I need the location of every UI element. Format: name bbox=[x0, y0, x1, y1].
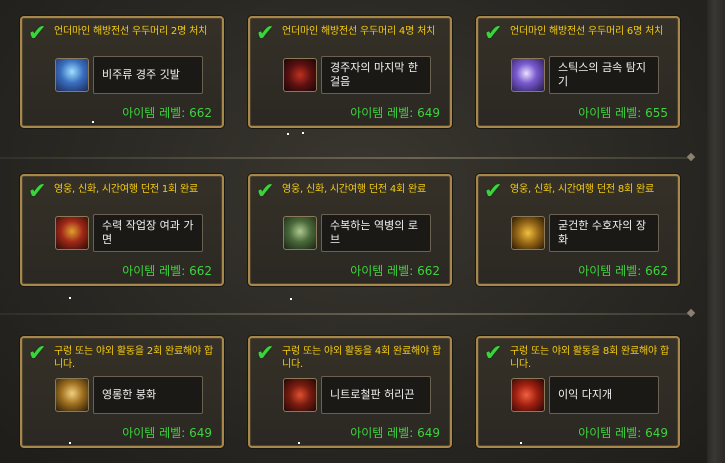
check-icon: ✔ bbox=[256, 341, 275, 366]
item-level: 아이템 레벨: 649 bbox=[350, 426, 440, 440]
sparkle bbox=[290, 298, 292, 300]
reward-card[interactable]: ✔ 영웅, 신화, 시간여행 던전 4회 완료 수복하는 역병의 로브 아이템 … bbox=[248, 174, 452, 286]
reward-card[interactable]: ✔ 구렁 또는 야외 활동을 2회 완료해야 합니다. 영롱한 붕화 아이템 레… bbox=[20, 336, 224, 448]
gold-helm-icon[interactable] bbox=[55, 216, 89, 250]
check-icon: ✔ bbox=[28, 341, 47, 366]
right-edge-panel bbox=[707, 0, 725, 463]
task-text: 구렁 또는 야외 활동을 2회 완료해야 합니다. bbox=[54, 346, 214, 370]
item-name-box[interactable]: 수복하는 역병의 로브 bbox=[321, 214, 431, 252]
check-icon: ✔ bbox=[256, 21, 275, 46]
sparkle bbox=[287, 133, 289, 135]
item-name-box[interactable]: 니트로철판 허리끈 bbox=[321, 376, 431, 414]
sparkle bbox=[69, 297, 71, 299]
item-name-box[interactable]: 경주자의 마지막 한 걸음 bbox=[321, 56, 431, 94]
reward-card[interactable]: ✔ 언더마인 해방전선 우두머리 4명 처치 경주자의 마지막 한 걸음 아이템… bbox=[248, 16, 452, 128]
item-name-box[interactable]: 수력 작업장 여과 가면 bbox=[93, 214, 203, 252]
check-icon: ✔ bbox=[484, 21, 503, 46]
task-text: 언더마인 해방전선 우두머리 6명 처치 bbox=[510, 26, 664, 37]
item-name: 니트로철판 허리끈 bbox=[330, 388, 415, 401]
task-text: 영웅, 신화, 시간여행 던전 4회 완료 bbox=[282, 184, 427, 195]
item-name: 굳건한 수호자의 장화 bbox=[558, 219, 646, 246]
task-text: 구렁 또는 야외 활동을 8회 완료해야 합니다. bbox=[510, 346, 670, 370]
reward-card[interactable]: ✔ 영웅, 신화, 시간여행 던전 1회 완료 수력 작업장 여과 가면 아이템… bbox=[20, 174, 224, 286]
reward-card[interactable]: ✔ 언더마인 해방전선 우두머리 6명 처치 스틱스의 금속 탐지기 아이템 레… bbox=[476, 16, 680, 128]
red-boot-icon[interactable] bbox=[283, 58, 317, 92]
item-name: 이익 다지개 bbox=[558, 388, 613, 401]
row-divider bbox=[0, 313, 690, 315]
item-level: 아이템 레벨: 649 bbox=[578, 426, 668, 440]
item-level: 아이템 레벨: 655 bbox=[578, 106, 668, 120]
reward-card[interactable]: ✔ 언더마인 해방전선 우두머리 2명 처치 비주류 경주 깃발 아이템 레벨:… bbox=[20, 16, 224, 128]
check-icon: ✔ bbox=[256, 179, 275, 204]
item-name: 비주류 경주 깃발 bbox=[102, 68, 180, 81]
blue-banner-icon[interactable] bbox=[55, 58, 89, 92]
sparkle bbox=[92, 121, 94, 123]
task-text: 언더마인 해방전선 우두머리 2명 처치 bbox=[54, 26, 208, 37]
item-name: 수력 작업장 여과 가면 bbox=[102, 219, 194, 246]
red-hammer-icon[interactable] bbox=[511, 378, 545, 412]
item-level: 아이템 레벨: 662 bbox=[578, 264, 668, 278]
reward-card[interactable]: ✔ 구렁 또는 야외 활동을 4회 완료해야 합니다. 니트로철판 허리끈 아이… bbox=[248, 336, 452, 448]
check-icon: ✔ bbox=[28, 179, 47, 204]
item-name-box[interactable]: 스틱스의 금속 탐지기 bbox=[549, 56, 659, 94]
task-text: 영웅, 신화, 시간여행 던전 1회 완료 bbox=[54, 184, 199, 195]
gold-boot-icon[interactable] bbox=[511, 216, 545, 250]
item-name-box[interactable]: 비주류 경주 깃발 bbox=[93, 56, 203, 94]
item-name-box[interactable]: 영롱한 붕화 bbox=[93, 376, 203, 414]
check-icon: ✔ bbox=[484, 179, 503, 204]
item-name: 영롱한 붕화 bbox=[102, 388, 157, 401]
item-name-box[interactable]: 이익 다지개 bbox=[549, 376, 659, 414]
row-divider bbox=[0, 157, 690, 159]
item-level: 아이템 레벨: 662 bbox=[122, 264, 212, 278]
item-name: 경주자의 마지막 한 걸음 bbox=[330, 61, 418, 88]
check-icon: ✔ bbox=[484, 341, 503, 366]
sparkle bbox=[298, 442, 300, 444]
item-name-box[interactable]: 굳건한 수호자의 장화 bbox=[549, 214, 659, 252]
item-name: 스틱스의 금속 탐지기 bbox=[558, 61, 646, 88]
sparkle bbox=[520, 442, 522, 444]
item-level: 아이템 레벨: 662 bbox=[122, 106, 212, 120]
reward-card[interactable]: ✔ 영웅, 신화, 시간여행 던전 8회 완료 굳건한 수호자의 장화 아이템 … bbox=[476, 174, 680, 286]
task-text: 영웅, 신화, 시간여행 던전 8회 완료 bbox=[510, 184, 655, 195]
item-level: 아이템 레벨: 649 bbox=[350, 106, 440, 120]
reward-card[interactable]: ✔ 구렁 또는 야외 활동을 8회 완료해야 합니다. 이익 다지개 아이템 레… bbox=[476, 336, 680, 448]
item-level: 아이템 레벨: 649 bbox=[122, 426, 212, 440]
check-icon: ✔ bbox=[28, 21, 47, 46]
task-text: 언더마인 해방전선 우두머리 4명 처치 bbox=[282, 26, 436, 37]
gold-trinket-icon[interactable] bbox=[55, 378, 89, 412]
item-name: 수복하는 역병의 로브 bbox=[330, 219, 418, 246]
purple-wand-icon[interactable] bbox=[511, 58, 545, 92]
sparkle bbox=[69, 442, 71, 444]
red-belt-icon[interactable] bbox=[283, 378, 317, 412]
task-text: 구렁 또는 야외 활동을 4회 완료해야 합니다. bbox=[282, 346, 442, 370]
item-level: 아이템 레벨: 662 bbox=[350, 264, 440, 278]
sparkle bbox=[302, 132, 304, 134]
green-robe-icon[interactable] bbox=[283, 216, 317, 250]
